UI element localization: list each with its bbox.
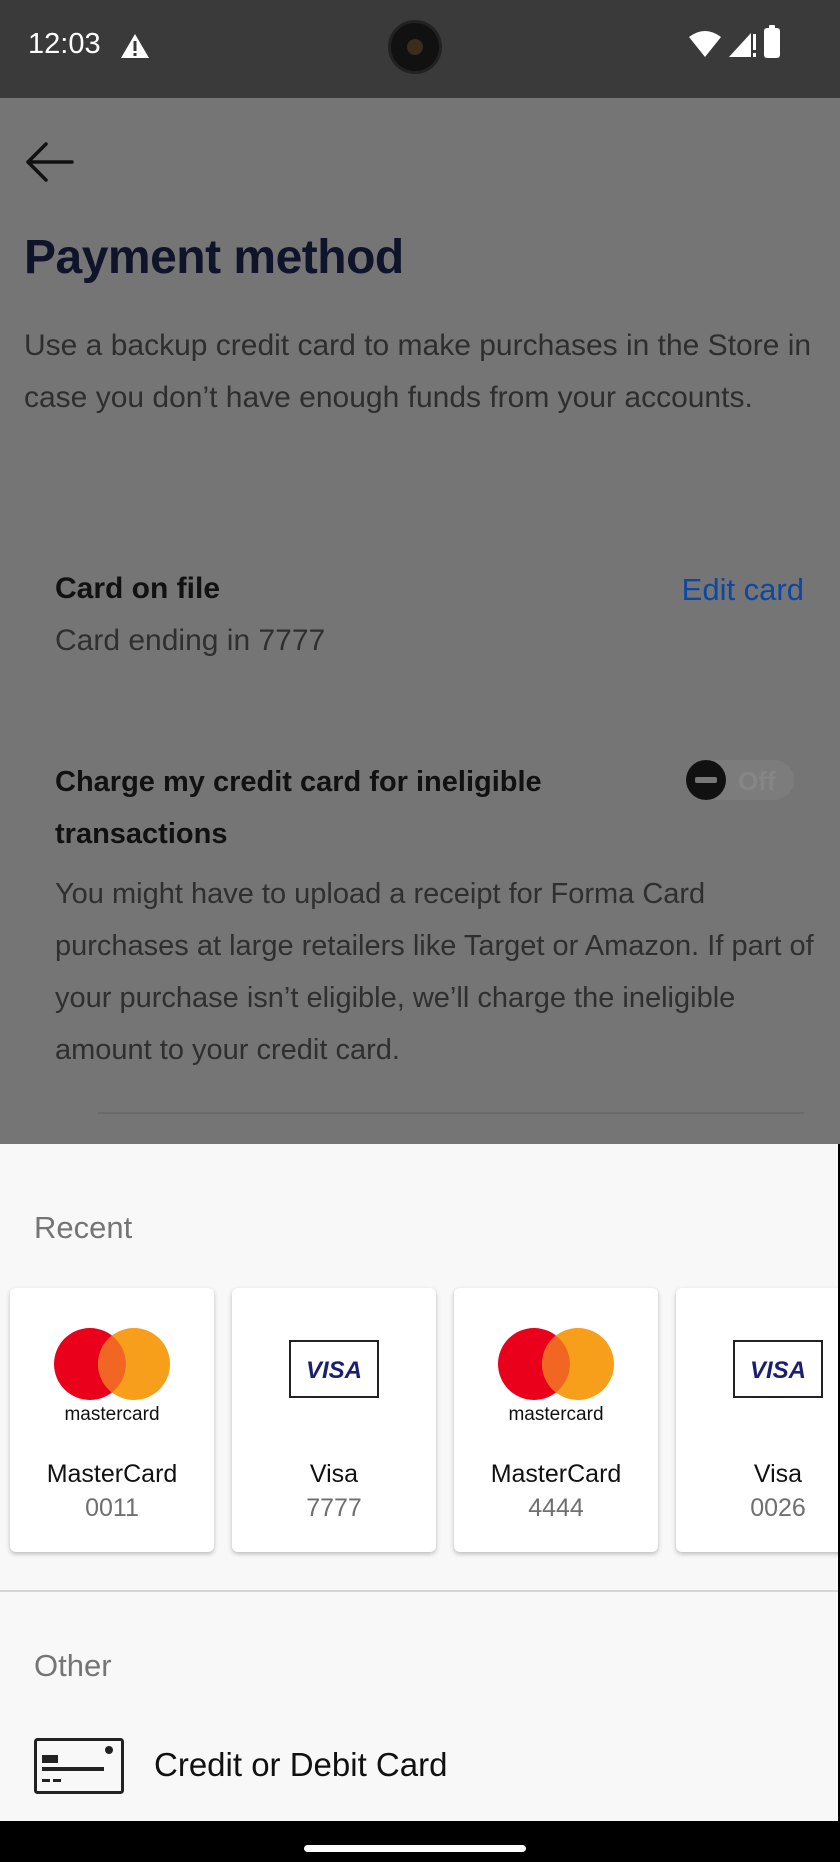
toggle-state-text: Off (738, 766, 776, 796)
navigation-bar (0, 1821, 840, 1862)
card-brand: Visa (309, 1460, 359, 1488)
intro-text: Use a backup credit card to make purchas… (24, 329, 812, 414)
warning-icon (121, 34, 149, 58)
card-last-digits: 7777 (306, 1494, 362, 1522)
payment-picker-sheet: Recent mastercard MasterCard 0011 VISA V… (0, 1144, 838, 1821)
visa-logo-icon: VISA (289, 1340, 379, 1398)
card-brand: Visa (753, 1460, 803, 1488)
card-last-digits: 0011 (85, 1494, 139, 1522)
wifi-icon (689, 31, 721, 57)
camera-cutout (388, 20, 442, 74)
divider (0, 1590, 838, 1592)
card-brand: MasterCard (490, 1460, 622, 1488)
svg-text:mastercard: mastercard (64, 1404, 159, 1425)
svg-text:mastercard: mastercard (508, 1404, 603, 1425)
payment-method-screen: Payment method Use a backup credit card … (0, 98, 840, 1144)
visa-logo-icon: VISA (733, 1340, 823, 1398)
status-time: 12:03 (28, 28, 101, 60)
page-title: Payment method (24, 231, 404, 284)
card-last-digits: 4444 (528, 1494, 584, 1522)
recent-cards-row[interactable]: mastercard MasterCard 0011 VISA Visa 777… (10, 1288, 838, 1552)
svg-text:VISA: VISA (750, 1357, 806, 1384)
recent-card[interactable]: mastercard MasterCard 0011 (10, 1288, 214, 1552)
card-last-digits: 0026 (750, 1494, 806, 1522)
recent-section-title: Recent (34, 1210, 133, 1245)
charge-setting-label: Charge my credit card for ineligible tra… (55, 766, 542, 850)
recent-card[interactable]: mastercard MasterCard 4444 (454, 1288, 658, 1552)
credit-or-debit-card-option[interactable]: Credit or Debit Card (154, 1746, 447, 1784)
divider (98, 1112, 804, 1114)
toggle-knob (686, 760, 726, 800)
card-on-file-value: Card ending in 7777 (55, 624, 326, 657)
signal-icon (729, 33, 756, 57)
other-section-title: Other (34, 1648, 112, 1683)
battery-icon (764, 25, 780, 58)
status-bar: 12:03 (0, 0, 840, 98)
charge-toggle[interactable]: Off (686, 760, 794, 800)
home-indicator[interactable] (304, 1845, 526, 1852)
mastercard-logo-icon: mastercard (498, 1328, 614, 1425)
svg-text:VISA: VISA (306, 1357, 362, 1384)
edit-card-link[interactable]: Edit card (682, 572, 804, 608)
back-arrow-icon[interactable] (22, 134, 78, 190)
card-on-file-label: Card on file (55, 572, 221, 605)
mastercard-logo-icon: mastercard (54, 1328, 170, 1425)
recent-card[interactable]: VISA Visa 0026 (676, 1288, 838, 1552)
card-brand: MasterCard (46, 1460, 178, 1488)
credit-card-icon (34, 1738, 124, 1794)
recent-card[interactable]: VISA Visa 7777 (232, 1288, 436, 1552)
charge-setting-description: You might have to upload a receipt for F… (55, 878, 814, 1066)
